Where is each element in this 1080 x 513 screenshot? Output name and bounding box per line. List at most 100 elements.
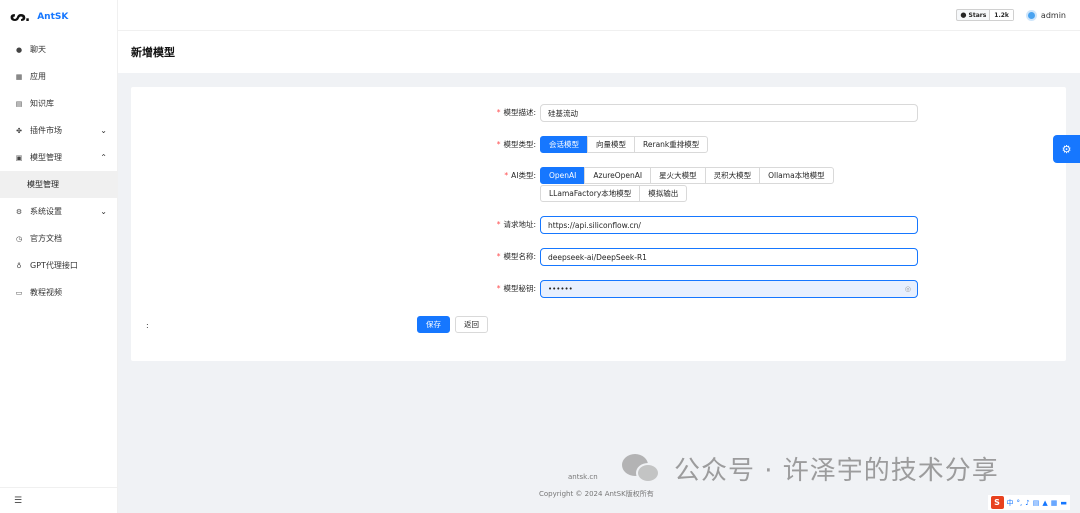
- ime-punct-indicator[interactable]: °,: [1017, 499, 1023, 507]
- wechat-watermark: 公众号 · 许泽宇的技术分享: [622, 450, 999, 487]
- toolbox-icon[interactable]: ▦: [1051, 499, 1058, 507]
- sidebar-item-label: 插件市场: [30, 126, 62, 135]
- app-name: AntSK: [37, 12, 69, 22]
- model-name-input[interactable]: deepseek-ai/DeepSeek-R1: [540, 248, 918, 266]
- apps-icon: ▦: [15, 72, 23, 81]
- sidebar-item-docs[interactable]: ◷ 官方文档: [0, 225, 117, 252]
- model-name-label: * 模型名称:: [131, 248, 540, 266]
- model-type-label: * 模型类型:: [131, 136, 540, 154]
- sidebar-item-gpt-proxy[interactable]: ♁ GPT代理接口: [0, 252, 117, 279]
- bulb-icon: ♁: [16, 261, 22, 270]
- form-row-description: * 模型描述: 硅基流动: [131, 104, 918, 122]
- required-mark: *: [496, 220, 501, 229]
- sidebar-item-chat[interactable]: ● 聊天: [0, 36, 117, 63]
- settings-drawer-button[interactable]: ⚙: [1053, 135, 1080, 163]
- user-menu[interactable]: admin: [1025, 9, 1066, 21]
- model-icon: ▣: [15, 153, 23, 162]
- chevron-down-icon: ⌄: [100, 126, 107, 135]
- secret-value: ••••••: [548, 285, 573, 293]
- form-row-model-type: * 模型类型: 会话模型 向量模型 Rerank重排模型: [131, 136, 918, 154]
- form-actions: 保存 返回: [417, 316, 488, 333]
- top-header: ● Stars 1.2k admin: [118, 0, 1080, 30]
- stray-colon-label: :: [146, 321, 149, 330]
- sidebar-item-settings[interactable]: ⚙ 系统设置 ⌄: [0, 198, 117, 225]
- user-name: admin: [1040, 10, 1066, 20]
- sidebar-menu: ● 聊天 ▦ 应用 ▤ 知识库 ✤ 插件市场 ⌄ ▣ 模型管理 ⌃ 模型管理 ⚙…: [0, 36, 117, 306]
- sidebar-item-label: 教程视频: [30, 288, 62, 297]
- ai-type-mock-option[interactable]: 模拟输出: [639, 185, 688, 202]
- required-mark: *: [496, 284, 501, 293]
- keyboard-icon[interactable]: ▤: [1033, 499, 1040, 507]
- video-icon: ▭: [15, 288, 23, 297]
- chevron-down-icon: ⌄: [100, 207, 107, 216]
- form-row-model-name: * 模型名称: deepseek-ai/DeepSeek-R1: [131, 248, 918, 266]
- description-input[interactable]: 硅基流动: [540, 104, 918, 122]
- footer-link[interactable]: antsk.cn: [568, 473, 598, 481]
- model-form-card: * 模型描述: 硅基流动 * 模型类型: 会话模型 向量模型 Rerank重排模型 …: [131, 87, 1066, 361]
- sidebar-item-apps[interactable]: ▦ 应用: [0, 63, 117, 90]
- required-mark: *: [496, 252, 501, 261]
- secret-input[interactable]: •••••• ◎: [540, 280, 918, 298]
- github-icon: ●: [960, 11, 967, 19]
- chevron-up-icon: ⌃: [100, 153, 107, 162]
- endpoint-label-text: 请求地址:: [503, 220, 536, 229]
- form-row-ai-type: * AI类型: OpenAI AzureOpenAI 星火大模型 灵积大模型 Ol…: [131, 167, 918, 202]
- ai-type-openai-option[interactable]: OpenAI: [540, 167, 586, 184]
- ime-toolbar: S 中 °, ♪ ▤ ▲ ▦ ▬: [987, 495, 1070, 510]
- required-mark: *: [496, 140, 501, 149]
- microphone-icon[interactable]: ♪: [1025, 499, 1029, 507]
- skin-icon[interactable]: ▲: [1042, 499, 1047, 507]
- sidebar-subitem-model-manage[interactable]: 模型管理: [0, 171, 117, 198]
- sidebar-item-label: 应用: [30, 72, 46, 81]
- ai-type-label-text: AI类型:: [511, 171, 536, 180]
- chat-icon: ●: [15, 45, 23, 54]
- secret-label: * 模型秘钥:: [131, 280, 540, 298]
- ai-type-spark-option[interactable]: 星火大模型: [650, 167, 706, 184]
- sogou-ime-icon[interactable]: S: [990, 496, 1004, 509]
- sidebar-item-knowledge[interactable]: ▤ 知识库: [0, 90, 117, 117]
- ai-type-label: * AI类型:: [131, 167, 540, 185]
- form-row-endpoint: * 请求地址: https://api.siliconflow.cn/: [131, 216, 918, 234]
- secret-label-text: 模型秘钥:: [503, 284, 536, 293]
- gear-icon: ⚙: [1061, 142, 1072, 156]
- model-type-radio-group: 会话模型 向量模型 Rerank重排模型: [540, 136, 918, 153]
- model-type-chat-option[interactable]: 会话模型: [540, 136, 588, 153]
- required-mark: *: [496, 108, 501, 117]
- ai-type-dashscope-option[interactable]: 灵积大模型: [704, 167, 761, 184]
- save-button[interactable]: 保存: [417, 316, 450, 333]
- ai-type-ollama-option[interactable]: Ollama本地模型: [759, 167, 834, 184]
- wechat-icon: [622, 452, 662, 486]
- sidebar-item-label: 模型管理: [27, 180, 59, 189]
- sidebar-item-plugins[interactable]: ✤ 插件市场 ⌄: [0, 117, 117, 144]
- sidebar-item-label: 系统设置: [30, 207, 62, 216]
- sidebar-item-label: 官方文档: [30, 234, 62, 243]
- ai-type-radio-group: OpenAI AzureOpenAI 星火大模型 灵积大模型 Ollama本地模…: [540, 167, 918, 202]
- page-header: 新增模型: [118, 30, 1080, 73]
- required-mark: *: [504, 171, 509, 180]
- collapse-menu-button[interactable]: ☰: [0, 487, 117, 513]
- eye-invisible-icon[interactable]: ◎: [905, 285, 911, 293]
- plugin-icon: ✤: [16, 126, 22, 135]
- sidebar: ᔕ. AntSK ● 聊天 ▦ 应用 ▤ 知识库 ✤ 插件市场 ⌄ ▣ 模型管理…: [0, 0, 118, 513]
- sidebar-item-label: 知识库: [30, 99, 54, 108]
- ai-type-llamafactory-option[interactable]: LLamaFactory本地模型: [540, 185, 641, 202]
- ai-type-azure-option[interactable]: AzureOpenAI: [584, 167, 652, 184]
- form-row-secret: * 模型秘钥: •••••• ◎: [131, 280, 918, 298]
- endpoint-input[interactable]: https://api.siliconflow.cn/: [540, 216, 918, 234]
- back-button[interactable]: 返回: [455, 316, 488, 333]
- logo[interactable]: ᔕ. AntSK: [0, 0, 117, 34]
- sidebar-item-label: 聊天: [30, 45, 46, 54]
- watermark-text: 公众号 · 许泽宇的技术分享: [674, 456, 999, 486]
- github-stars-label-wrap: ● Stars: [957, 10, 991, 20]
- github-stars-badge[interactable]: ● Stars 1.2k: [956, 9, 1014, 21]
- sidebar-item-videos[interactable]: ▭ 教程视频: [0, 279, 117, 306]
- more-icon[interactable]: ▬: [1060, 499, 1067, 507]
- model-type-rerank-option[interactable]: Rerank重排模型: [634, 136, 709, 153]
- ime-lang-indicator[interactable]: 中: [1007, 498, 1014, 508]
- sidebar-item-label: 模型管理: [30, 153, 62, 162]
- model-type-label-text: 模型类型:: [503, 140, 536, 149]
- model-type-embedding-option[interactable]: 向量模型: [587, 136, 635, 153]
- sidebar-item-models[interactable]: ▣ 模型管理 ⌃: [0, 144, 117, 171]
- model-name-label-text: 模型名称:: [503, 252, 536, 261]
- logo-icon: ᔕ.: [10, 9, 30, 25]
